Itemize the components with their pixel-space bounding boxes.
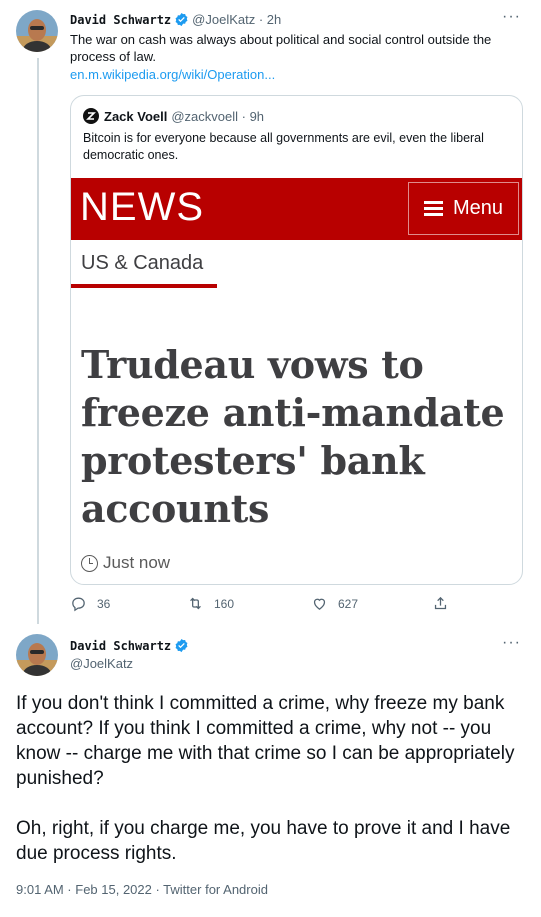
news-time-label: Just now: [103, 553, 171, 572]
author-name[interactable]: David Schwartz: [70, 639, 171, 653]
news-section-label: US & Canada: [81, 252, 204, 274]
quoted-author-name: Zack Voell: [104, 108, 168, 124]
hamburger-icon: [423, 201, 443, 216]
heart-icon: [313, 598, 326, 610]
avatar[interactable]: [16, 10, 58, 52]
tweet-action-bar: 36 160 627: [70, 595, 460, 615]
tweet-header: David Schwartz @JoelKatz · 2h: [70, 12, 281, 27]
more-icon[interactable]: ···: [502, 8, 521, 26]
tweet-body: If you don't think I committed a crime, …: [16, 691, 526, 891]
tweet-timestamp-source[interactable]: 9:01 AM · Feb 15, 2022 · Twitter for And…: [16, 882, 268, 897]
reply-count: 36: [97, 596, 111, 611]
author-handle[interactable]: @JoelKatz: [192, 12, 255, 27]
verified-badge-icon: [175, 12, 188, 27]
news-menu-label: Menu: [452, 197, 504, 219]
tweet-paragraph: If you don't think I committed a crime, …: [16, 693, 515, 789]
tweet-thread-parent[interactable]: David Schwartz @JoelKatz · 2h ··· The wa…: [0, 0, 541, 625]
avatar[interactable]: [16, 634, 58, 676]
tweet-time[interactable]: 2h: [267, 12, 281, 27]
news-timestamp: Just now: [81, 553, 170, 573]
tweet-text: The war on cash was always about politic…: [70, 32, 492, 64]
tweet-paragraph: Oh, right, if you charge me, you have to…: [16, 818, 511, 864]
retweet-button[interactable]: 160: [187, 595, 234, 612]
reply-button[interactable]: 36: [70, 595, 110, 612]
quoted-tweet-time: 9h: [249, 108, 265, 124]
share-icon: [434, 596, 447, 610]
quoted-avatar: [83, 108, 99, 124]
clock-icon: [81, 554, 98, 572]
reply-icon: [72, 597, 85, 612]
thread-connector-line: [37, 58, 39, 624]
news-menu-button: Menu: [408, 182, 519, 235]
like-button[interactable]: 627: [311, 595, 358, 612]
tweet-header: David Schwartz @JoelKatz: [70, 638, 192, 671]
quoted-author-handle: @zackvoell: [171, 108, 239, 124]
quoted-tweet-card[interactable]: Zack Voell @zackvoell · 9h Bitcoin is fo…: [70, 95, 523, 585]
like-count: 627: [338, 596, 359, 611]
share-button[interactable]: [432, 595, 459, 612]
author-handle[interactable]: @JoelKatz: [70, 656, 192, 671]
separator-dot: ·: [238, 108, 250, 124]
retweet-count: 160: [214, 596, 235, 611]
news-headline: Trudeau vows to freeze anti-mandate prot…: [81, 342, 505, 531]
separator-dot: ·: [255, 12, 267, 27]
tweet-link[interactable]: en.m.wikipedia.org/wiki/Operation...: [70, 67, 275, 82]
news-logo: NEWS: [80, 185, 204, 229]
verified-badge-icon: [175, 638, 188, 653]
quoted-tweet-header: Zack Voell @zackvoell · 9h: [83, 108, 264, 124]
quoted-tweet-text: Bitcoin is for everyone because all gove…: [83, 131, 484, 162]
news-section-underline: [71, 284, 217, 288]
news-banner: NEWS Menu: [71, 178, 522, 240]
retweet-icon: [190, 597, 201, 610]
more-icon[interactable]: ···: [502, 634, 521, 652]
author-name[interactable]: David Schwartz: [70, 13, 171, 27]
